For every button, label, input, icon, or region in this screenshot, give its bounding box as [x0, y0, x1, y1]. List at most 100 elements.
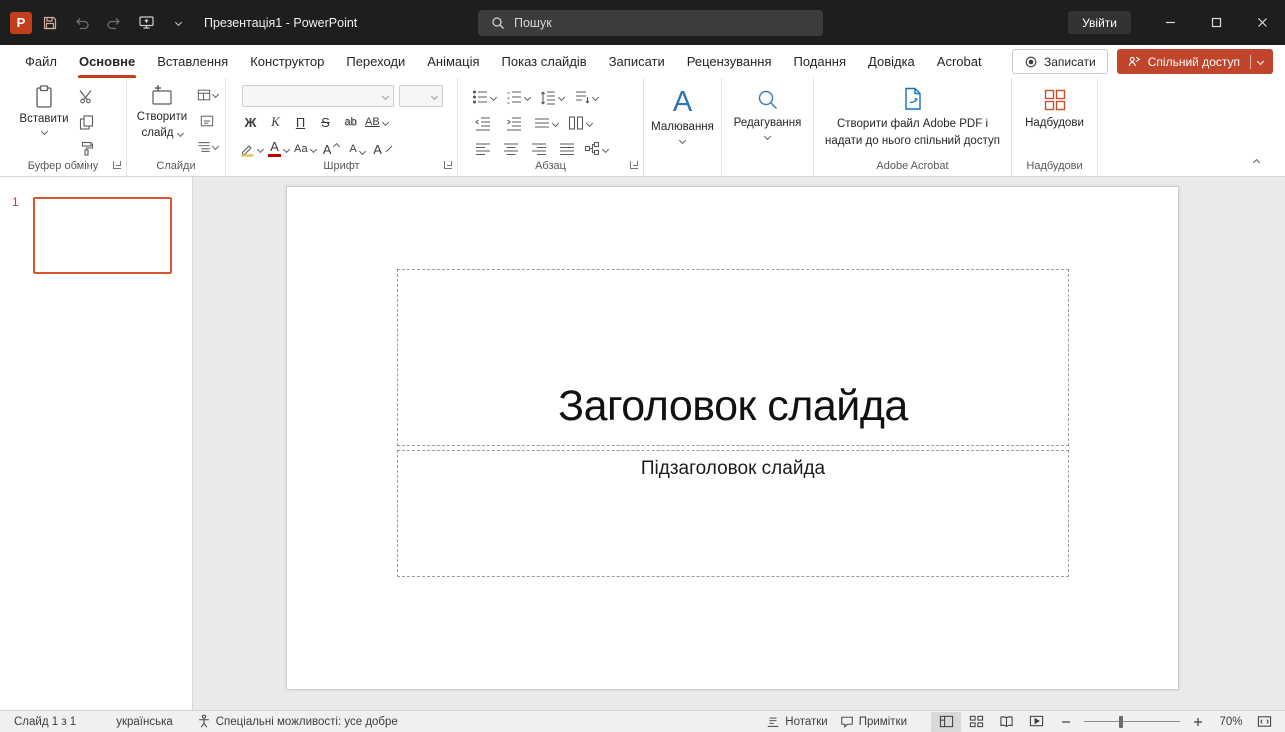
subtitle-placeholder[interactable]: Підзаголовок слайда [397, 450, 1069, 577]
language-button[interactable]: українська [110, 711, 179, 732]
comments-button[interactable]: Примітки [834, 711, 913, 732]
slide-indicator: Слайд 1 з 1 [8, 711, 82, 732]
zoom-out-button[interactable] [1051, 712, 1081, 732]
justify-button[interactable] [556, 138, 577, 160]
redo-button[interactable] [100, 9, 128, 37]
tab-review[interactable]: Рецензування [676, 45, 783, 78]
notes-button[interactable]: Нотатки [760, 711, 833, 732]
paragraph-dialog-launcher-icon[interactable] [630, 161, 638, 169]
align-right-button[interactable] [528, 138, 549, 160]
tab-file[interactable]: Файл [14, 45, 68, 78]
highlight-color-button[interactable] [240, 138, 263, 160]
app-icon-letter: P [17, 15, 26, 30]
addins-button[interactable]: Надбудови [1012, 87, 1097, 130]
smartart-convert-button[interactable] [584, 138, 608, 160]
share-icon [1127, 55, 1141, 69]
increase-font-size-button[interactable]: А [321, 138, 342, 160]
start-slideshow-button[interactable] [132, 9, 160, 37]
slide-thumbnail-1[interactable] [33, 197, 172, 274]
create-pdf-button[interactable]: Створити файл Adobe PDF і надати до ньог… [820, 86, 1005, 149]
reset-slide-button[interactable] [195, 111, 219, 130]
drawing-button[interactable]: А Малювання [644, 87, 721, 143]
copy-button[interactable] [74, 113, 98, 132]
collapse-ribbon-chevron-icon [1252, 159, 1259, 166]
tab-insert[interactable]: Вставлення [146, 45, 239, 78]
accessibility-icon [197, 714, 211, 729]
bold-button[interactable]: Ж [240, 111, 261, 133]
fit-slide-icon [1257, 714, 1272, 729]
title-placeholder[interactable]: Заголовок слайда [397, 269, 1069, 446]
editing-group: Редагування [722, 78, 814, 176]
character-spacing-button[interactable]: АВ [365, 111, 388, 133]
font-dialog-launcher-icon[interactable] [444, 161, 452, 169]
format-painter-button[interactable] [74, 139, 98, 158]
tab-animations[interactable]: Анімація [416, 45, 490, 78]
accessibility-button[interactable]: Спеціальні можливості: усе добре [191, 711, 404, 732]
zoom-slider-thumb[interactable] [1119, 716, 1123, 728]
zoom-level-button[interactable]: 70% [1213, 716, 1249, 728]
tab-home[interactable]: Основне [68, 45, 146, 78]
font-name-select[interactable] [242, 85, 394, 107]
slideshow-view-button[interactable] [1021, 712, 1051, 732]
align-center-button[interactable] [500, 138, 521, 160]
slide-layout-button[interactable] [195, 85, 219, 104]
line-spacing-icon [540, 89, 556, 105]
fit-slide-to-window-button[interactable] [1249, 712, 1279, 732]
font-size-select[interactable] [399, 85, 443, 107]
clipboard-dialog-launcher-icon[interactable] [113, 161, 121, 169]
cut-button[interactable] [74, 87, 98, 106]
share-chevron-icon[interactable] [1257, 58, 1264, 65]
align-left-button[interactable] [472, 138, 493, 160]
normal-view-button[interactable] [931, 712, 961, 732]
bullets-button[interactable] [472, 86, 496, 108]
decrease-indent-button[interactable] [472, 112, 493, 134]
increase-indent-button[interactable] [503, 112, 524, 134]
strikethrough-button[interactable]: S [315, 111, 336, 133]
italic-button[interactable]: К [265, 111, 286, 133]
underline-button[interactable]: П [290, 111, 311, 133]
close-button[interactable] [1239, 0, 1285, 45]
numbering-button[interactable] [506, 86, 530, 108]
tab-acrobat[interactable]: Acrobat [926, 45, 993, 78]
zoom-in-button[interactable] [1183, 712, 1213, 732]
decrease-indent-icon [475, 115, 491, 131]
powerpoint-app-icon[interactable]: P [10, 12, 32, 34]
tab-transitions[interactable]: Переходи [335, 45, 416, 78]
powerpoint-window: P Презентація1 - PowerPoint Пошук Увійти [0, 0, 1285, 732]
font-color-button[interactable]: А [268, 138, 289, 160]
slide[interactable]: Заголовок слайда Підзаголовок слайда [286, 186, 1179, 690]
text-direction-button[interactable] [574, 86, 598, 108]
tab-record[interactable]: Записати [598, 45, 676, 78]
customize-quick-access-button[interactable] [164, 9, 192, 37]
zoom-slider[interactable] [1084, 712, 1180, 732]
reading-view-button[interactable] [991, 712, 1021, 732]
slide-sorter-view-button[interactable] [961, 712, 991, 732]
columns-button[interactable] [568, 112, 592, 134]
collapse-ribbon-button[interactable] [1243, 154, 1269, 171]
record-button[interactable]: Записати [1012, 49, 1108, 74]
text-shadow-button[interactable]: ab [340, 111, 361, 133]
tab-view[interactable]: Подання [783, 45, 858, 78]
save-button[interactable] [36, 9, 64, 37]
clear-format-eraser-icon [385, 145, 393, 153]
tab-design[interactable]: Конструктор [239, 45, 335, 78]
line-spacing-button[interactable] [540, 86, 564, 108]
new-slide-chevron-icon [176, 130, 183, 137]
decrease-font-size-button[interactable]: А [347, 138, 368, 160]
editing-button[interactable]: Редагування [722, 87, 813, 139]
maximize-button[interactable] [1193, 0, 1239, 45]
change-case-button[interactable]: Аа [294, 138, 316, 160]
align-text-button[interactable] [534, 112, 558, 134]
search-input[interactable]: Пошук [478, 10, 823, 36]
tab-slideshow[interactable]: Показ слайдів [491, 45, 598, 78]
section-button[interactable] [195, 137, 219, 156]
clear-formatting-button[interactable]: А [373, 138, 394, 160]
undo-button[interactable] [68, 9, 96, 37]
paste-button[interactable]: Вставити [18, 84, 70, 134]
tab-help[interactable]: Довідка [857, 45, 926, 78]
new-slide-button[interactable]: Створити слайд [131, 84, 193, 140]
slides-group: Створити слайд Слайди [127, 78, 226, 176]
share-button[interactable]: Спільний доступ [1117, 49, 1273, 74]
minimize-button[interactable] [1147, 0, 1193, 45]
sign-in-button[interactable]: Увійти [1068, 11, 1131, 34]
